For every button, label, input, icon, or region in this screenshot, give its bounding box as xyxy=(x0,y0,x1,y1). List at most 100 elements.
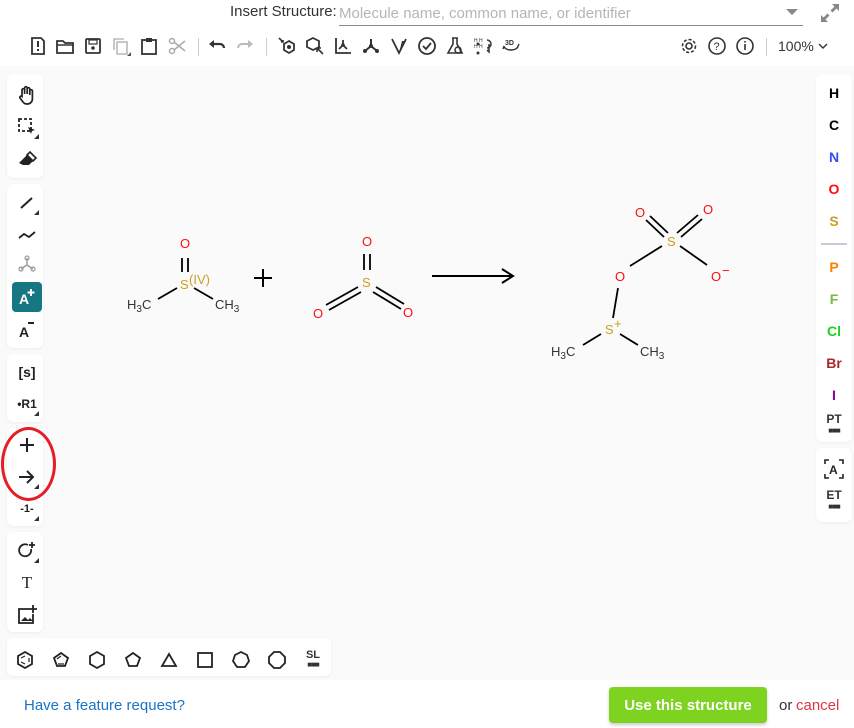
any-atom-button[interactable]: A xyxy=(816,456,852,482)
molecule-dmso[interactable]: O S (IV) H3C CH3 xyxy=(127,236,240,315)
template-cyclohexane[interactable] xyxy=(83,646,111,674)
molecule-search-input[interactable] xyxy=(339,2,803,26)
atom-sulfur[interactable]: S xyxy=(605,322,614,337)
dropdown-caret-icon[interactable] xyxy=(786,9,798,15)
bond-single[interactable] xyxy=(679,245,708,266)
add-hydrogens-icon[interactable]: H HH H xyxy=(472,35,494,57)
svg-text:?: ? xyxy=(714,41,720,53)
bond-double[interactable] xyxy=(649,215,669,234)
valence-label: (IV) xyxy=(189,272,210,287)
reaction-arrow[interactable] xyxy=(432,268,515,284)
template-library-button[interactable]: SL ■■■ xyxy=(299,646,327,674)
atom-oxygen[interactable]: O xyxy=(703,202,713,217)
atom-oxygen[interactable]: O xyxy=(403,305,413,320)
insert-structure-label: Insert Structure: xyxy=(230,3,337,20)
atom-sulfur[interactable]: S xyxy=(667,234,676,249)
clean-icon[interactable] xyxy=(304,35,326,57)
molecule-product[interactable]: O O S O O − S + H3C CH3 xyxy=(551,202,730,362)
bond-single[interactable] xyxy=(612,287,619,319)
molecule-so3[interactable]: O S O O xyxy=(313,234,413,321)
atom-p-button[interactable]: P xyxy=(816,254,852,280)
feature-request-link[interactable]: Have a feature request? xyxy=(24,697,185,714)
aromatize-icon[interactable] xyxy=(332,35,354,57)
template-benzene[interactable] xyxy=(11,646,39,674)
atom-c-button[interactable]: C xyxy=(816,112,852,138)
check-icon[interactable] xyxy=(416,35,438,57)
template-cyclopropane[interactable] xyxy=(155,646,183,674)
help-icon[interactable]: ? xyxy=(706,35,728,57)
layout-icon[interactable] xyxy=(276,35,298,57)
template-cyclopentane[interactable] xyxy=(119,646,147,674)
shape-tool[interactable] xyxy=(12,536,42,566)
use-structure-button[interactable]: Use this structure xyxy=(609,687,767,723)
image-tool[interactable] xyxy=(12,600,42,630)
fullscreen-icon[interactable] xyxy=(818,1,842,25)
sgroup-tool[interactable]: [s] xyxy=(12,357,42,387)
bond-single[interactable] xyxy=(619,333,639,346)
3d-view-icon[interactable]: 3D xyxy=(500,35,522,57)
atom-oxygen[interactable]: O xyxy=(711,269,721,284)
atom-oxygen[interactable]: O xyxy=(362,234,372,249)
new-file-icon[interactable] xyxy=(27,35,49,57)
atom-oxygen[interactable]: O xyxy=(180,236,190,251)
open-folder-icon[interactable] xyxy=(54,35,76,57)
dearomatize-icon[interactable] xyxy=(360,35,382,57)
drawing-canvas[interactable]: O S (IV) H3C CH3 O S O O O O S O O − S +… xyxy=(0,66,854,680)
atom-s-button[interactable]: S xyxy=(816,208,852,234)
undo-icon[interactable] xyxy=(206,35,228,57)
charge-minus-tool[interactable]: A xyxy=(12,314,42,344)
atom-oxygen[interactable]: O xyxy=(635,205,645,220)
atom-i-button[interactable]: I xyxy=(816,382,852,408)
about-icon[interactable] xyxy=(734,35,756,57)
cancel-link[interactable]: cancel xyxy=(796,697,839,714)
settings-icon[interactable] xyxy=(678,35,700,57)
save-icon[interactable] xyxy=(82,35,104,57)
template-cycloheptane[interactable] xyxy=(227,646,255,674)
atom-h-button[interactable]: H xyxy=(816,80,852,106)
methyl-group[interactable]: H3C xyxy=(127,297,151,315)
redo-icon[interactable] xyxy=(234,35,256,57)
atom-sulfur[interactable]: S xyxy=(362,275,371,290)
stereo-icon[interactable] xyxy=(388,35,410,57)
bond-single[interactable] xyxy=(582,333,602,346)
select-tool[interactable] xyxy=(12,112,42,142)
atom-o-button[interactable]: O xyxy=(816,176,852,202)
bond-double[interactable] xyxy=(645,219,665,238)
bond-single[interactable] xyxy=(157,287,178,300)
bond-single[interactable] xyxy=(629,245,663,267)
atom-oxygen[interactable]: O xyxy=(313,306,323,321)
atom-n-button[interactable]: N xyxy=(816,144,852,170)
zoom-dropdown[interactable]: 100% xyxy=(778,38,828,54)
left-toolbar-group-draw: A A xyxy=(7,184,43,348)
paste-icon[interactable] xyxy=(138,35,160,57)
copy-icon[interactable] xyxy=(110,35,132,57)
atom-oxygen[interactable]: O xyxy=(615,269,625,284)
text-tool[interactable]: T xyxy=(12,568,42,598)
atom-f-button[interactable]: F xyxy=(816,286,852,312)
atom-cl-button[interactable]: Cl xyxy=(816,318,852,344)
rgroup-tool[interactable]: •R1 xyxy=(12,389,42,419)
charge-plus-tool[interactable]: A xyxy=(12,282,42,312)
erase-tool[interactable] xyxy=(12,144,42,174)
bond-single[interactable] xyxy=(193,287,214,300)
charge-minus-icon: A xyxy=(19,322,34,340)
atom-br-button[interactable]: Br xyxy=(816,350,852,376)
left-toolbar-group-groups: [s] •R1 xyxy=(7,354,43,422)
cut-icon[interactable] xyxy=(166,35,188,57)
hand-tool[interactable] xyxy=(12,80,42,110)
calculate-icon[interactable] xyxy=(444,35,466,57)
periodic-table-button[interactable]: PT ■■■ xyxy=(816,412,852,438)
extended-table-button[interactable]: ET ■■■ xyxy=(816,488,852,514)
template-cyclopentadiene[interactable] xyxy=(47,646,75,674)
insert-structure-bar: Insert Structure: xyxy=(0,0,854,28)
template-cyclobutane[interactable] xyxy=(191,646,219,674)
methyl-group[interactable]: CH3 xyxy=(640,344,665,362)
chain-tool[interactable] xyxy=(12,220,42,250)
methyl-group[interactable]: H3C xyxy=(551,344,575,362)
atom-sulfur[interactable]: S xyxy=(180,277,189,292)
template-tool[interactable] xyxy=(12,250,42,280)
reaction-plus[interactable] xyxy=(254,269,272,287)
bond-tool[interactable] xyxy=(12,188,42,218)
methyl-group[interactable]: CH3 xyxy=(215,297,240,315)
template-cyclooctane[interactable] xyxy=(263,646,291,674)
